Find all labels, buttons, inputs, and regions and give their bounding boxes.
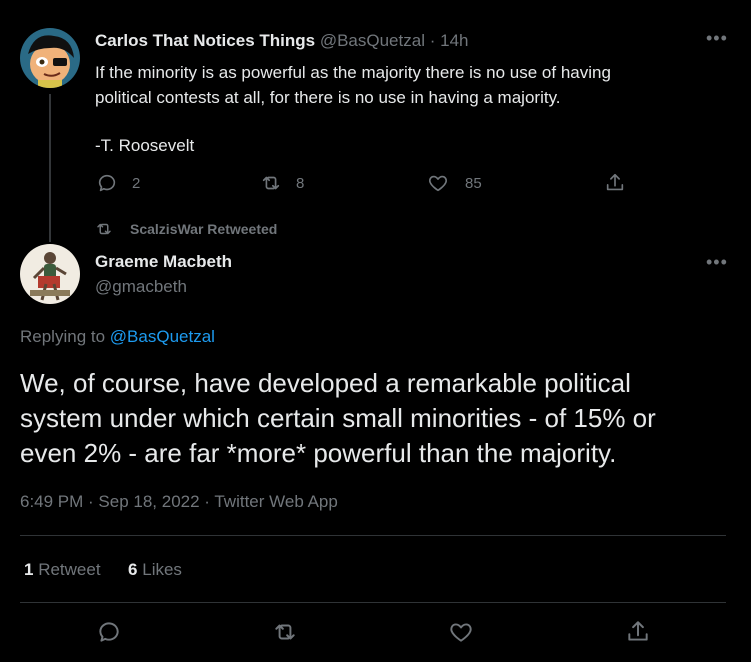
retweet-stat-count: 1 [24, 560, 34, 579]
retweet-icon [262, 176, 280, 190]
parent-reply-button[interactable]: 2 [96, 172, 140, 194]
main-like-button[interactable] [448, 619, 474, 645]
parent-retweet-button[interactable]: 8 [260, 172, 304, 194]
main-handle[interactable]: @gmacbeth [95, 277, 187, 297]
main-tweet-text: We, of course, have developed a remarkab… [20, 366, 656, 471]
retweet-stat-label: Retweet [38, 560, 101, 579]
retweet-stat[interactable]: 1 Retweet [24, 560, 105, 579]
tweet-meta[interactable]: 6:49 PM · Sep 18, 2022 · Twitter Web App [20, 492, 338, 512]
main-share-button[interactable] [625, 619, 651, 645]
parent-tweet-text: If the minority is as powerful as the ma… [95, 60, 611, 158]
replying-to-row: Replying to @BasQuetzal [20, 327, 215, 347]
retweeted-by-row: ScalzisWar Retweeted [95, 220, 277, 238]
retweeted-by-label[interactable]: ScalzisWar Retweeted [130, 221, 277, 237]
header-separator: · [429, 31, 436, 50]
like-icon [450, 623, 472, 642]
replying-prefix: Replying to [20, 327, 106, 346]
divider [20, 602, 726, 603]
reply-icon [98, 174, 116, 192]
parent-handle[interactable]: @BasQuetzal [320, 31, 425, 50]
parent-text-line: political contests at all, for there is … [95, 88, 561, 107]
retweet-count: 8 [296, 174, 305, 192]
main-text-line: even 2% - are far *more* powerful than t… [20, 438, 617, 468]
thread-line [49, 94, 51, 242]
main-text-line: system under which certain small minorit… [20, 403, 656, 433]
main-text-line: We, of course, have developed a remarkab… [20, 368, 631, 398]
divider [20, 535, 726, 536]
main-display-name[interactable]: Graeme Macbeth [95, 252, 232, 272]
parent-timestamp[interactable]: 14h [440, 31, 468, 50]
parent-text-line: If the minority is as powerful as the ma… [95, 63, 611, 82]
share-icon [628, 621, 648, 641]
parent-tweet-header: Carlos That Notices Things @BasQuetzal ·… [95, 31, 468, 51]
retweet-icon [275, 624, 295, 640]
avatar-carlos[interactable] [20, 28, 80, 88]
main-reply-button[interactable] [96, 619, 122, 645]
like-count: 85 [465, 174, 482, 192]
reply-icon [99, 622, 119, 642]
like-stat-label: Likes [142, 560, 182, 579]
parent-share-button[interactable] [604, 172, 626, 194]
replying-to-link[interactable]: @BasQuetzal [110, 327, 215, 346]
parent-display-name[interactable]: Carlos That Notices Things [95, 31, 315, 50]
parent-text-line: -T. Roosevelt [95, 136, 195, 155]
engagement-stats: 1 Retweet 6 Likes [24, 560, 182, 580]
main-retweet-button[interactable] [272, 619, 298, 645]
like-stat-count: 6 [128, 560, 138, 579]
retweet-icon [97, 223, 111, 235]
share-icon [606, 173, 624, 191]
main-more-icon[interactable]: ••• [706, 252, 728, 273]
avatar-graeme-image [20, 244, 80, 304]
parent-like-button[interactable]: 85 [427, 172, 482, 194]
like-icon [429, 175, 447, 192]
avatar-graeme[interactable] [20, 244, 80, 304]
avatar-carlos-image [20, 28, 80, 88]
reply-count: 2 [132, 174, 141, 192]
parent-more-icon[interactable]: ••• [706, 28, 728, 49]
like-stat[interactable]: 6 Likes [128, 560, 182, 579]
